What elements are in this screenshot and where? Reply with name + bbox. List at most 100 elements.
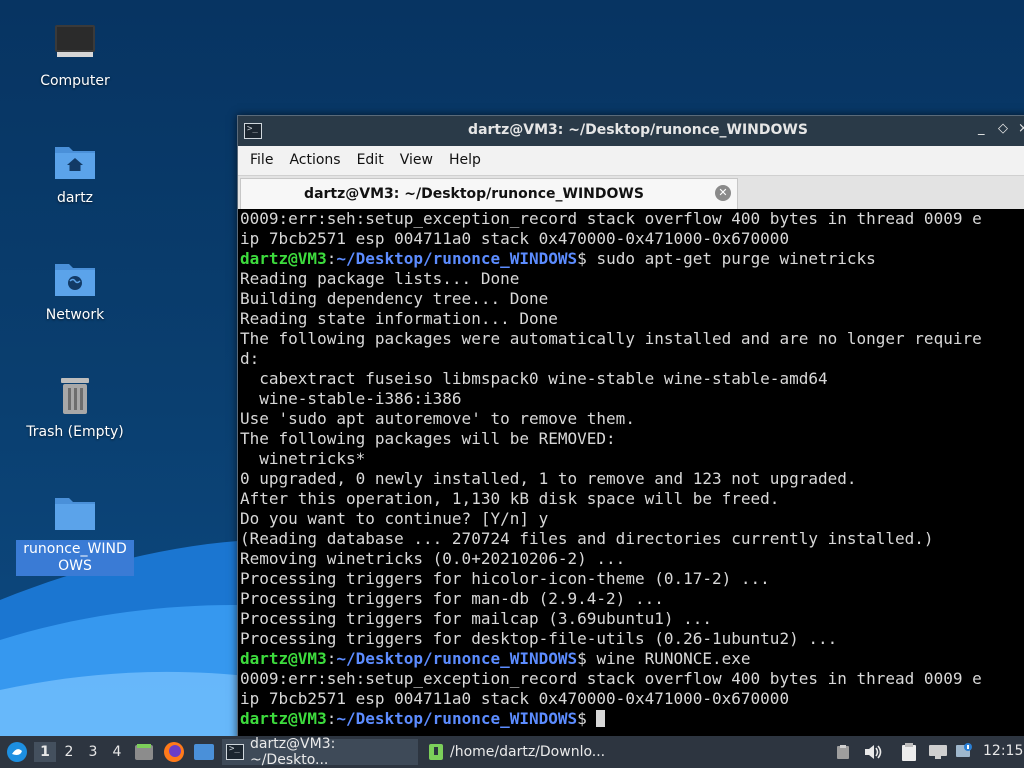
terminal-line: The following packages were automaticall… <box>240 329 1024 349</box>
task-file-manager[interactable]: /home/dartz/Downlo... <box>424 739 620 765</box>
terminal-prompt-line: dartz@VM3:~/Desktop/runonce_WINDOWS$ win… <box>240 649 1024 669</box>
line-text: Reading package lists... Done <box>240 269 520 288</box>
prompt-user: dartz@VM3 <box>240 249 327 268</box>
menu-file[interactable]: File <box>242 146 281 175</box>
line-text: wine RUNONCE.exe <box>596 649 751 668</box>
home-folder-icon <box>55 147 95 179</box>
terminal-prompt-line: dartz@VM3:~/Desktop/runonce_WINDOWS$ <box>240 709 1024 729</box>
line-text: d: <box>240 349 260 368</box>
menu-help[interactable]: Help <box>441 146 489 175</box>
desktop-icon-trash[interactable]: Trash (Empty) <box>15 373 135 442</box>
notes-tray-icon[interactable] <box>900 742 918 762</box>
computer-icon <box>55 25 95 57</box>
network-folder-icon <box>55 264 95 296</box>
file-manager-icon <box>429 744 443 760</box>
task-label: dartz@VM3: ~/Deskto... <box>249 736 336 768</box>
terminal-line: Use 'sudo apt autoremove' to remove them… <box>240 409 1024 429</box>
task-label: /home/dartz/Downlo... <box>450 744 606 760</box>
tab-close-icon[interactable]: ✕ <box>715 185 731 201</box>
terminal-line: 0 upgraded, 0 newly installed, 1 to remo… <box>240 469 1024 489</box>
workspace-1[interactable]: 1 <box>34 742 56 762</box>
maximize-button[interactable]: ◇ <box>998 121 1008 136</box>
start-menu-icon[interactable] <box>6 741 28 763</box>
task-terminal[interactable]: >_ dartz@VM3: ~/Deskto... <box>222 736 418 768</box>
line-text: Reading state information... Done <box>240 309 558 328</box>
desktop-icon-label: Network <box>45 307 105 323</box>
prompt-end: $ <box>577 249 597 268</box>
folder-icon <box>55 498 95 530</box>
line-text: wine-stable-i386:i386 <box>240 389 462 408</box>
clock[interactable]: 12:15 <box>983 743 1023 759</box>
line-text: ip 7bcb2571 esp 004711a0 stack 0x470000-… <box>240 229 790 248</box>
terminal-line: d: <box>240 349 1024 369</box>
line-text: Use 'sudo apt autoremove' to remove them… <box>240 409 635 428</box>
desktop-icon-label: runonce_WINDOWS <box>16 540 134 576</box>
prompt-path: ~/Desktop/runonce_WINDOWS <box>336 709 578 728</box>
prompt-path: ~/Desktop/runonce_WINDOWS <box>336 249 578 268</box>
terminal-line: (Reading database ... 270724 files and d… <box>240 529 1024 549</box>
line-text: Do you want to continue? [Y/n] y <box>240 509 549 528</box>
prompt-separator: : <box>326 649 337 668</box>
tab-bar: dartz@VM3: ~/Desktop/runonce_WINDOWS ✕ <box>238 176 1024 211</box>
prompt-separator: : <box>326 249 337 268</box>
text-cursor <box>596 710 606 727</box>
workspace-4[interactable]: 4 <box>106 742 128 762</box>
menu-actions[interactable]: Actions <box>281 146 348 175</box>
terminal-line: The following packages will be REMOVED: <box>240 429 1024 449</box>
desktop-icon-home[interactable]: dartz <box>15 139 135 208</box>
line-text: cabextract fuseiso libmspack0 wine-stabl… <box>240 369 828 388</box>
desktop-icon-computer[interactable]: Computer <box>15 22 135 91</box>
line-text: sudo apt-get purge winetricks <box>596 249 876 268</box>
clipboard-tray-icon[interactable] <box>835 744 851 760</box>
workspace-2[interactable]: 2 <box>58 742 80 762</box>
terminal-line: Do you want to continue? [Y/n] y <box>240 509 1024 529</box>
file-manager-launcher-icon[interactable] <box>134 742 154 762</box>
line-text: 0009:err:seh:setup_exception_record stac… <box>240 669 982 688</box>
firefox-launcher-icon[interactable] <box>163 741 185 763</box>
terminal-tab[interactable]: dartz@VM3: ~/Desktop/runonce_WINDOWS ✕ <box>240 178 738 209</box>
terminal-line: winetricks* <box>240 449 1024 469</box>
terminal-window[interactable]: >_ dartz@VM3: ~/Desktop/runonce_WINDOWS … <box>237 115 1024 736</box>
terminal-line: Processing triggers for mailcap (3.69ubu… <box>240 609 1024 629</box>
line-text: (Reading database ... 270724 files and d… <box>240 529 934 548</box>
minimize-button[interactable]: _ <box>978 121 985 136</box>
line-text: 0009:err:seh:setup_exception_record stac… <box>240 209 982 228</box>
line-text: Removing winetricks (0.0+20210206-2) ... <box>240 549 626 568</box>
terminal-line: Processing triggers for hicolor-icon-the… <box>240 569 1024 589</box>
menubar: File Actions Edit View Help <box>238 146 1024 176</box>
terminal-icon: >_ <box>226 744 244 760</box>
terminal-line: cabextract fuseiso libmspack0 wine-stabl… <box>240 369 1024 389</box>
menu-edit[interactable]: Edit <box>349 146 392 175</box>
terminal-line: Building dependency tree... Done <box>240 289 1024 309</box>
prompt-end: $ <box>577 649 597 668</box>
taskbar: 1 2 3 4 >_ dartz@VM3: ~/Deskto... /home/… <box>0 736 1024 768</box>
terminal-line: Reading state information... Done <box>240 309 1024 329</box>
line-text: The following packages will be REMOVED: <box>240 429 616 448</box>
desktop-icon-network[interactable]: Network <box>15 256 135 325</box>
line-text: Processing triggers for man-db (2.9.4-2)… <box>240 589 664 608</box>
window-titlebar[interactable]: >_ dartz@VM3: ~/Desktop/runonce_WINDOWS … <box>238 116 1024 146</box>
desktop: Computer dartz Network Trash (Empty) run… <box>0 0 1024 736</box>
line-text: After this operation, 1,130 kB disk spac… <box>240 489 780 508</box>
line-text: winetricks* <box>240 449 366 468</box>
network-tray-icon[interactable] <box>928 743 948 761</box>
line-text: Processing triggers for desktop-file-uti… <box>240 629 838 648</box>
terminal-line: Processing triggers for desktop-file-uti… <box>240 629 1024 649</box>
menu-view[interactable]: View <box>392 146 441 175</box>
terminal-prompt-line: dartz@VM3:~/Desktop/runonce_WINDOWS$ sud… <box>240 249 1024 269</box>
volume-icon[interactable] <box>863 743 883 761</box>
prompt-separator: : <box>326 709 337 728</box>
workspace-3[interactable]: 3 <box>82 742 104 762</box>
line-text: Processing triggers for hicolor-icon-the… <box>240 569 770 588</box>
terminal-line: Processing triggers for man-db (2.9.4-2)… <box>240 589 1024 609</box>
prompt-path: ~/Desktop/runonce_WINDOWS <box>336 649 578 668</box>
show-desktop-icon[interactable] <box>193 743 215 761</box>
terminal-line: 0009:err:seh:setup_exception_record stac… <box>240 669 1024 689</box>
desktop-icon-runonce-folder[interactable]: runonce_WINDOWS <box>15 490 135 576</box>
close-button[interactable]: × <box>1018 121 1024 136</box>
update-tray-icon[interactable] <box>955 742 973 760</box>
prompt-user: dartz@VM3 <box>240 649 327 668</box>
window-title: dartz@VM3: ~/Desktop/runonce_WINDOWS <box>468 122 808 138</box>
terminal-output[interactable]: 0009:err:seh:setup_exception_record stac… <box>238 209 1024 736</box>
prompt-user: dartz@VM3 <box>240 709 327 728</box>
